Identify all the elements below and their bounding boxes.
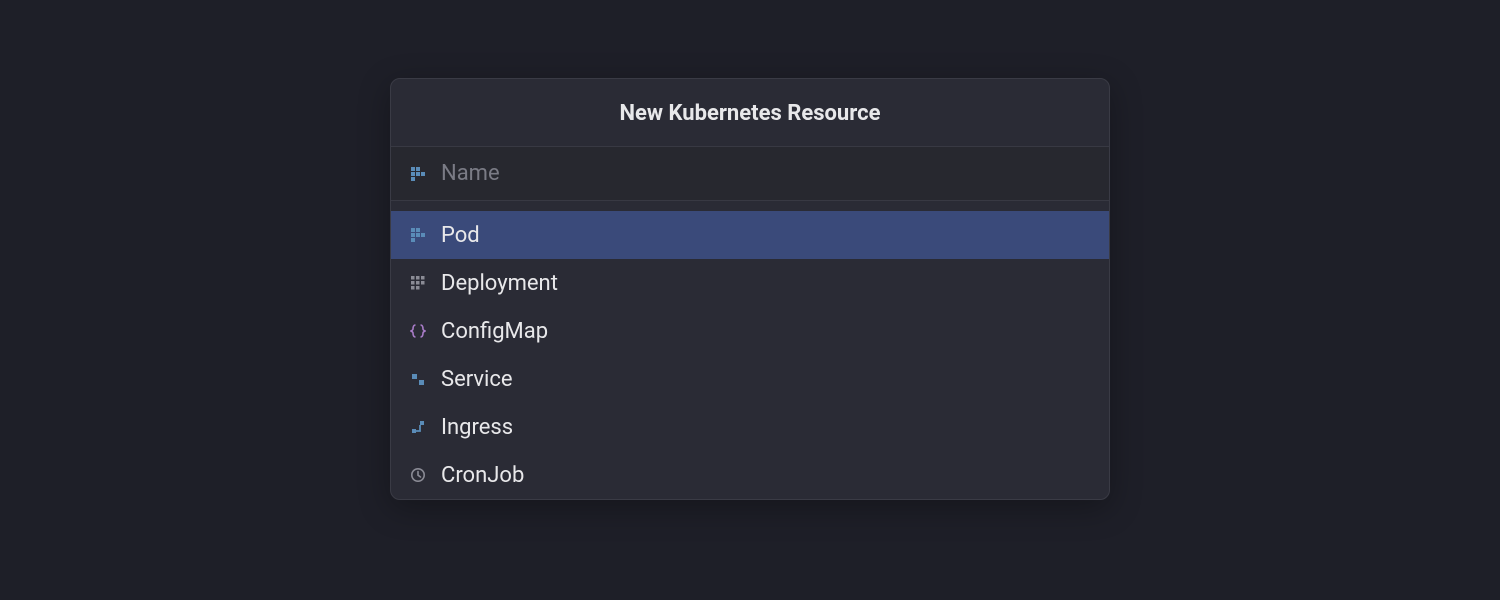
list-item-label: Ingress <box>441 415 513 440</box>
name-input[interactable] <box>441 161 1091 186</box>
list-item-label: Deployment <box>441 271 558 296</box>
list-item-ingress[interactable]: Ingress <box>391 403 1109 451</box>
list-item-service[interactable]: Service <box>391 355 1109 403</box>
cronjob-icon <box>409 466 427 484</box>
pod-icon <box>409 226 427 244</box>
new-resource-dialog: New Kubernetes Resource <box>390 78 1110 500</box>
configmap-icon <box>409 322 427 340</box>
list-item-label: Service <box>441 367 513 392</box>
list-item-label: CronJob <box>441 463 524 488</box>
dialog-title: New Kubernetes Resource <box>391 79 1109 147</box>
deployment-icon <box>409 274 427 292</box>
list-item-cronjob[interactable]: CronJob <box>391 451 1109 499</box>
resource-type-list: Pod Deployment <box>391 201 1109 499</box>
list-item-label: Pod <box>441 223 480 248</box>
name-input-row <box>391 147 1109 201</box>
ingress-icon <box>409 418 427 436</box>
grid-icon <box>409 165 427 183</box>
service-icon <box>409 370 427 388</box>
list-item-deployment[interactable]: Deployment <box>391 259 1109 307</box>
list-item-pod[interactable]: Pod <box>391 211 1109 259</box>
list-item-configmap[interactable]: ConfigMap <box>391 307 1109 355</box>
list-item-label: ConfigMap <box>441 319 548 344</box>
